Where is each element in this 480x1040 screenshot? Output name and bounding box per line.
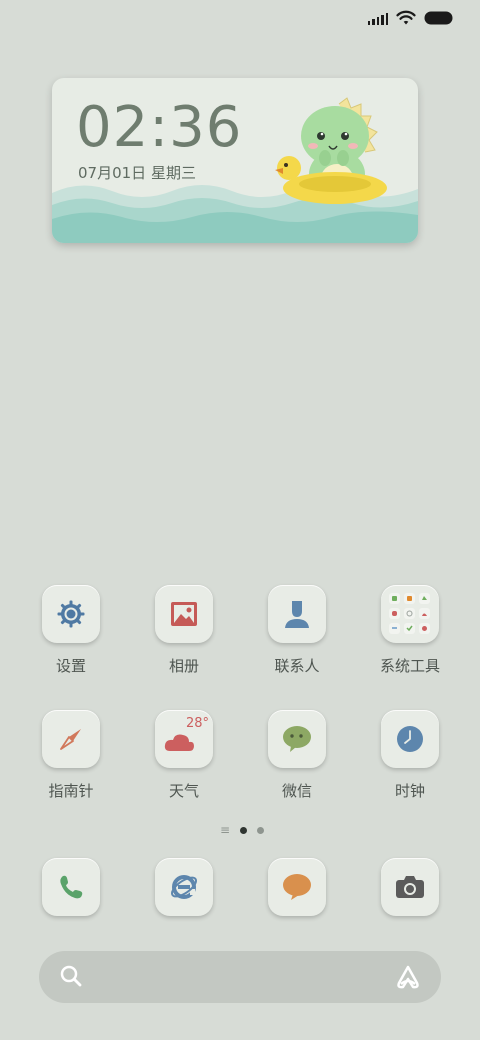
app-label: 时钟 [394,782,425,800]
search-icon[interactable] [60,965,82,987]
app-weather[interactable]: 28° 天气 [136,710,232,801]
app-gallery[interactable]: 相册 [136,585,232,676]
settings-gear-icon [57,600,85,628]
app-label: 天气 [168,782,199,800]
messages-icon [283,874,311,900]
app-compass[interactable]: 指南针 [23,710,119,801]
clock-icon [397,726,423,752]
search-bar[interactable] [39,951,441,1003]
app-label: 联系人 [274,657,320,675]
menu-lines-icon[interactable]: ≡ [220,824,230,836]
system-tools-folder-icon [389,593,430,634]
dock-messages[interactable] [249,858,345,916]
contacts-icon [285,601,309,628]
status-bar [367,10,455,26]
dock-phone[interactable] [23,858,119,916]
app-settings[interactable]: 设置 [23,585,119,676]
wechat-icon [283,726,311,752]
weather-temperature: 28° [185,716,209,731]
app-label: 系统工具 [379,657,440,675]
compass-icon [60,729,81,750]
widget-time: 02:36 [76,95,243,160]
browser-icon [171,875,197,899]
app-label: 指南针 [48,782,94,800]
dock-camera[interactable] [362,858,458,916]
wifi-icon [396,10,416,26]
page-indicator[interactable]: ≡ [220,824,265,836]
signal-icon [367,11,388,25]
dinosaur-illustration [275,97,387,204]
page-dot-active[interactable] [240,826,248,834]
gallery-icon [171,602,197,626]
camera-icon [396,876,424,898]
dock-browser[interactable] [136,858,232,916]
app-system-tools[interactable]: 系统工具 [362,585,458,676]
clock-widget[interactable]: 02:36 07月01日 星期三 [52,78,418,243]
app-clock[interactable]: 时钟 [362,710,458,801]
app-label: 设置 [55,657,86,675]
app-label: 微信 [281,782,312,800]
app-label: 相册 [168,657,199,675]
assistant-icon[interactable] [395,964,421,990]
battery-icon [424,11,454,25]
app-contacts[interactable]: 联系人 [249,585,345,676]
app-wechat[interactable]: 微信 [249,710,345,801]
phone-icon [60,875,83,899]
page-dot[interactable] [257,826,265,834]
